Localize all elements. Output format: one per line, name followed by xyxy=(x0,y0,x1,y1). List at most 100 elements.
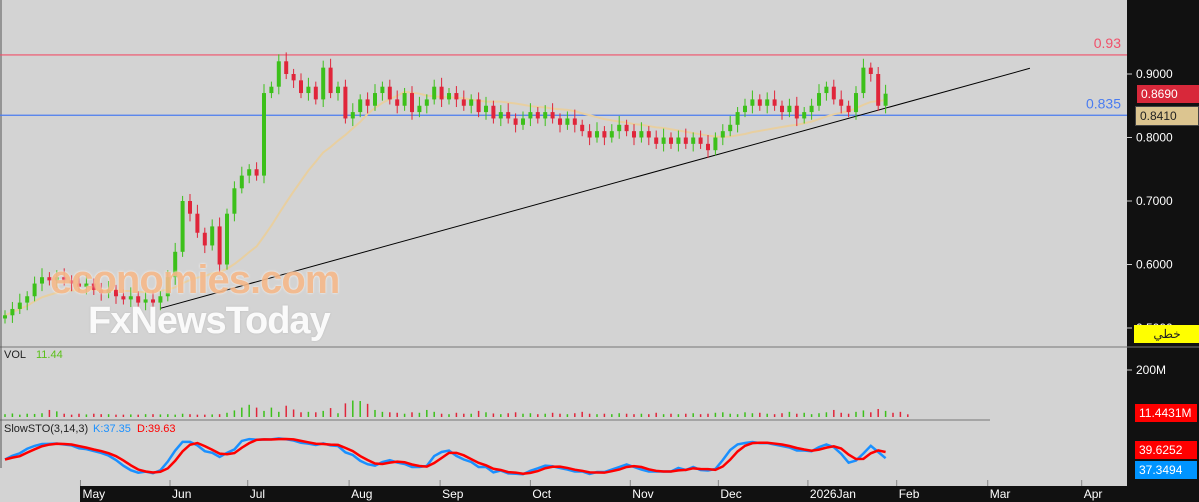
candle-body xyxy=(757,99,762,106)
candle-body xyxy=(868,67,873,74)
candle-body xyxy=(469,99,474,106)
candle-body xyxy=(17,302,22,309)
x-tick-label: Dec xyxy=(720,487,741,501)
candle-body xyxy=(624,124,629,132)
candle-body xyxy=(595,131,599,138)
candle-body xyxy=(432,86,437,100)
candle-body xyxy=(232,188,237,214)
candle-body xyxy=(380,86,385,94)
volume-value: 11.44 xyxy=(36,349,63,361)
last-price-tag: 0.8690 xyxy=(1137,85,1199,103)
candle-body xyxy=(284,61,289,74)
candle-body xyxy=(765,99,770,106)
candle-body xyxy=(565,118,570,125)
candle-body xyxy=(491,105,496,119)
volume-tag: 11.4431M xyxy=(1135,404,1197,422)
candle-body xyxy=(447,93,451,100)
candle-body xyxy=(698,137,703,144)
stoch-d-label: D:39.63 xyxy=(137,423,176,435)
candle-body xyxy=(484,105,488,113)
candle-body xyxy=(883,93,888,106)
candle-body xyxy=(10,308,15,316)
candle-body xyxy=(313,86,318,100)
candle-body xyxy=(602,131,607,138)
x-tick-label: Aug xyxy=(351,487,372,501)
candle-body xyxy=(609,131,614,138)
candle-body xyxy=(402,93,407,106)
candle-body xyxy=(772,99,777,106)
candle-body xyxy=(794,105,799,119)
vol-tick-label: 200M xyxy=(1136,363,1166,377)
candle-body xyxy=(321,67,326,100)
candle-body xyxy=(706,143,710,151)
x-tick-label: May xyxy=(82,487,105,501)
x-tick-label: Oct xyxy=(532,487,551,501)
candle-body xyxy=(787,105,792,113)
candle-body xyxy=(439,86,444,100)
candle-body xyxy=(824,86,829,94)
candle-body xyxy=(521,118,525,125)
stoch-k-label: K:37.35 xyxy=(93,423,131,435)
candle-body xyxy=(646,131,651,138)
candle-body xyxy=(632,131,636,138)
candle-body xyxy=(387,86,392,100)
x-tick-label: Jun xyxy=(172,487,191,501)
candle-body xyxy=(350,112,355,119)
candle-body xyxy=(3,315,7,319)
stoch-d-tag: 39.6252 xyxy=(1135,441,1197,459)
chart-canvas[interactable]: 0.90000.80000.70000.60000.50000.930.8352… xyxy=(0,0,1199,502)
candle-body xyxy=(558,118,562,125)
candle-body xyxy=(498,112,503,119)
candle-body xyxy=(839,99,844,106)
candle-body xyxy=(336,86,340,94)
candle-body xyxy=(669,137,673,144)
candle-body xyxy=(254,169,259,176)
candle-body xyxy=(210,226,215,246)
candle-body xyxy=(817,93,821,106)
candle-body xyxy=(543,112,548,119)
y-tick-label: 0.6000 xyxy=(1136,258,1173,272)
ma-value-tag: 0.8410 xyxy=(1135,106,1199,126)
candle-body xyxy=(528,112,533,119)
candle-body xyxy=(683,137,688,144)
candle-body xyxy=(735,112,740,125)
chart-mode-button[interactable]: خطي xyxy=(1134,325,1199,343)
candle-body xyxy=(247,169,252,176)
candle-body xyxy=(180,201,185,252)
candle-body xyxy=(713,137,718,151)
candle-body xyxy=(580,124,585,132)
candle-body xyxy=(506,112,511,119)
stoch-title: SlowSTO(3,14,3) xyxy=(4,423,89,435)
x-tick-label: Nov xyxy=(632,487,653,501)
candle-body xyxy=(195,213,200,233)
candle-body xyxy=(639,131,644,138)
candle-body xyxy=(32,283,37,297)
y-tick-label: 0.9000 xyxy=(1136,67,1173,81)
candle-body xyxy=(328,67,333,94)
candle-body xyxy=(410,93,414,113)
candle-body xyxy=(743,105,747,113)
candle-body xyxy=(461,99,466,106)
candle-body xyxy=(306,86,311,94)
candle-body xyxy=(395,99,400,106)
candle-body xyxy=(454,93,459,100)
stoch-k-tag: 37.3494 xyxy=(1135,461,1197,479)
candle-body xyxy=(802,112,807,119)
horizontal-line-label: 0.93 xyxy=(1094,35,1121,51)
candle-body xyxy=(276,61,281,87)
stoch-d-line xyxy=(4,437,886,476)
candle-body xyxy=(617,124,622,132)
candle-body xyxy=(728,124,733,132)
volume-title: VOL xyxy=(4,349,27,361)
candle-body xyxy=(25,296,30,303)
candle-body xyxy=(587,131,592,138)
candle-body xyxy=(343,86,348,119)
candle-body xyxy=(572,118,577,125)
x-tick-label: 2026Jan xyxy=(810,487,856,501)
date-axis xyxy=(80,486,1127,502)
candle-body xyxy=(373,93,377,106)
candle-body xyxy=(550,112,555,119)
y-tick-label: 0.8000 xyxy=(1136,131,1173,145)
candle-body xyxy=(424,99,429,106)
candle-body xyxy=(831,86,836,100)
